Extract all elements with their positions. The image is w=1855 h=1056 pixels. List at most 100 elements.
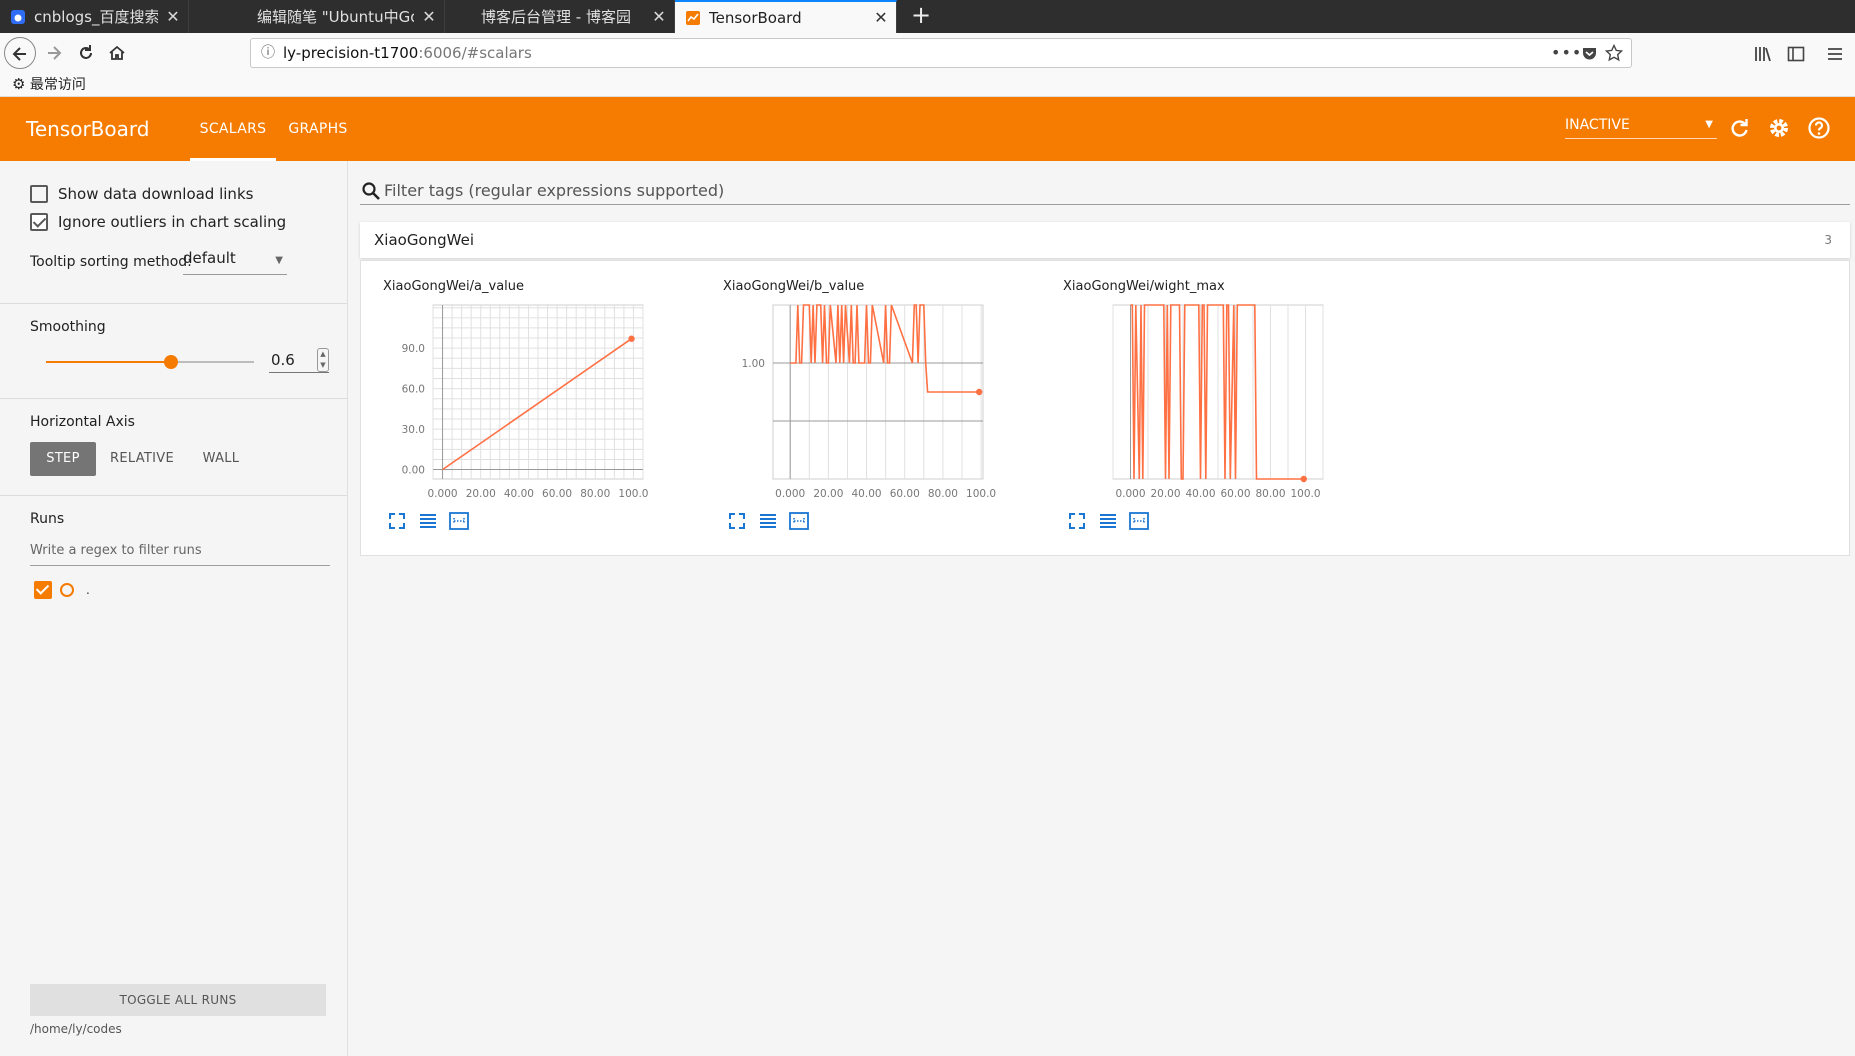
run-name: . (86, 583, 90, 597)
tooltip-sorting-value: default (183, 249, 236, 267)
sidebar: Show data download links Ignore outliers… (0, 161, 348, 1056)
tooltip-sorting-label: Tooltip sorting method: (30, 254, 192, 270)
arrow-left-icon (12, 47, 26, 61)
axis-relative-button[interactable]: RELATIVE (104, 442, 180, 476)
fit-domain-icon[interactable] (788, 510, 810, 532)
fit-domain-icon[interactable] (448, 510, 470, 532)
close-tab-icon[interactable]: ✕ (414, 7, 444, 26)
inactive-label: INACTIVE (1565, 117, 1630, 133)
url-bar[interactable]: ⓘ ly-precision-t1700:6006/#scalars ••• (250, 38, 1632, 68)
help-icon[interactable] (1804, 113, 1834, 143)
reload-button[interactable] (70, 37, 102, 69)
browser-tab-tensorboard[interactable]: TensorBoard ✕ (675, 0, 897, 33)
browser-tab-title: TensorBoard (709, 8, 802, 27)
x-tick-label: 80.00 (928, 488, 958, 500)
browser-tab-edit-post[interactable]: 编辑随笔 "Ubuntu中Goo ✕ (189, 0, 445, 33)
smoothing-slider[interactable] (46, 355, 254, 369)
library-icon[interactable] (1754, 45, 1772, 63)
reload-icon[interactable] (1724, 113, 1754, 143)
chart-card: XiaoGongWei/a_value 0.000 20.00 40.00 60.00… (361, 261, 701, 557)
x-tick-label: 100.0 (1290, 488, 1320, 500)
search-icon (362, 182, 380, 200)
smoothing-slider-knob[interactable] (163, 355, 178, 369)
chart-a-value[interactable]: 0.000 20.00 40.00 60.00 80.00 100.0 0.00 30.0 60… (361, 261, 701, 501)
fit-domain-icon[interactable] (1128, 510, 1150, 532)
forward-button[interactable] (38, 37, 70, 69)
tab-graphs[interactable]: GRAPHS (281, 97, 355, 161)
axis-wall-button[interactable]: WALL (190, 442, 252, 476)
ignore-outliers-row[interactable]: Ignore outliers in chart scaling (30, 213, 286, 231)
bookmark-star-icon[interactable] (1605, 44, 1623, 62)
show-download-links-label: Show data download links (58, 185, 254, 203)
x-tick-label: 60.00 (1220, 488, 1250, 500)
ignore-outliers-label: Ignore outliers in chart scaling (58, 213, 287, 231)
x-tick-label: 40.00 (1185, 488, 1215, 500)
smoothing-value: 0.6 (271, 351, 295, 369)
x-tick-label: 80.00 (1255, 488, 1285, 500)
show-download-links-checkbox[interactable] (30, 185, 48, 203)
run-color-dot (60, 583, 74, 597)
divider (0, 495, 347, 496)
tab-scalars[interactable]: SCALARS (190, 97, 276, 161)
close-tab-icon[interactable]: ✕ (644, 7, 674, 26)
series-end-point (628, 335, 635, 342)
close-tab-icon[interactable]: ✕ (866, 8, 896, 27)
series-line (1130, 304, 1304, 480)
close-tab-icon[interactable]: ✕ (158, 7, 188, 26)
caret-down-icon: ▼ (275, 255, 283, 266)
inactive-dashboards-select[interactable]: INACTIVE ▼ (1565, 111, 1717, 139)
divider (0, 303, 347, 304)
axis-step-button[interactable]: STEP (30, 442, 96, 476)
x-tick-label: 100.0 (966, 488, 996, 500)
y-tick-label: 90.0 (402, 343, 425, 355)
tensorboard-favicon-icon (686, 10, 700, 25)
browser-tab-bar: cnblogs_百度搜索 ✕ 编辑随笔 "Ubuntu中Goo ✕ 博客后台管理… (0, 0, 1855, 33)
sidebar-toggle-icon[interactable] (1787, 45, 1805, 63)
category-header[interactable]: XiaoGongWei 3 (360, 222, 1850, 258)
x-tick-label: 0.000 (1115, 488, 1145, 500)
url-path: :6006/#scalars (418, 44, 532, 62)
smoothing-input[interactable]: 0.6 ▲ ▼ (269, 347, 329, 373)
arrow-right-icon (48, 46, 62, 60)
y-tick-label: 60.0 (402, 384, 425, 396)
baidu-favicon-icon (11, 9, 25, 24)
browser-tab-blog-admin[interactable]: 博客后台管理 - 博客园 ✕ (445, 0, 675, 33)
data-series-toggle-icon[interactable] (417, 510, 439, 532)
tag-filter-placeholder: Filter tags (regular expressions support… (384, 181, 725, 200)
ignore-outliers-checkbox[interactable] (30, 213, 48, 231)
more-actions-icon[interactable]: ••• (1551, 39, 1582, 67)
tensorboard-header: TensorBoard SCALARS GRAPHS INACTIVE ▼ (0, 97, 1855, 161)
browser-tab-cnblogs-search[interactable]: cnblogs_百度搜索 ✕ (0, 0, 189, 33)
data-series-toggle-icon[interactable] (1097, 510, 1119, 532)
expand-icon[interactable] (726, 510, 748, 532)
menu-icon[interactable] (1826, 45, 1844, 63)
url-host: ly-precision-t1700 (283, 44, 419, 62)
back-button[interactable] (4, 37, 36, 69)
tooltip-sorting-select[interactable]: default ▼ (183, 249, 287, 275)
new-tab-button[interactable]: + (903, 0, 939, 33)
tag-filter-input[interactable]: Filter tags (regular expressions support… (360, 177, 1850, 205)
run-row[interactable]: . (34, 580, 90, 600)
chart-wight-max[interactable]: 0.000 20.00 40.00 60.00 80.00 100.0 (1041, 261, 1381, 501)
runs-filter-input[interactable]: Write a regex to filter runs (30, 538, 330, 566)
expand-icon[interactable] (386, 510, 408, 532)
smoothing-label: Smoothing (30, 319, 106, 335)
home-button[interactable] (101, 37, 133, 69)
x-tick-label: 0.000 (428, 488, 458, 500)
pocket-icon[interactable] (1581, 45, 1598, 62)
run-checkbox[interactable] (34, 581, 52, 599)
spinner-icon[interactable]: ▲ ▼ (317, 348, 329, 372)
toggle-all-runs-button[interactable]: TOGGLE ALL RUNS (30, 984, 326, 1016)
info-icon[interactable]: ⓘ (261, 39, 275, 67)
x-tick-label: 80.00 (580, 488, 610, 500)
settings-gear-icon[interactable] (1764, 113, 1794, 143)
series-line (790, 304, 980, 393)
data-series-toggle-icon[interactable] (757, 510, 779, 532)
x-tick-label: 20.00 (1150, 488, 1180, 500)
bookmark-most-visited[interactable]: 最常访问 (30, 77, 86, 93)
chart-b-value[interactable]: 0.000 20.00 40.00 60.00 80.00 100.0 1.00 (701, 261, 1041, 501)
expand-icon[interactable] (1066, 510, 1088, 532)
show-download-links-row[interactable]: Show data download links (30, 185, 253, 203)
x-tick-label: 40.00 (504, 488, 534, 500)
runs-label: Runs (30, 511, 65, 527)
